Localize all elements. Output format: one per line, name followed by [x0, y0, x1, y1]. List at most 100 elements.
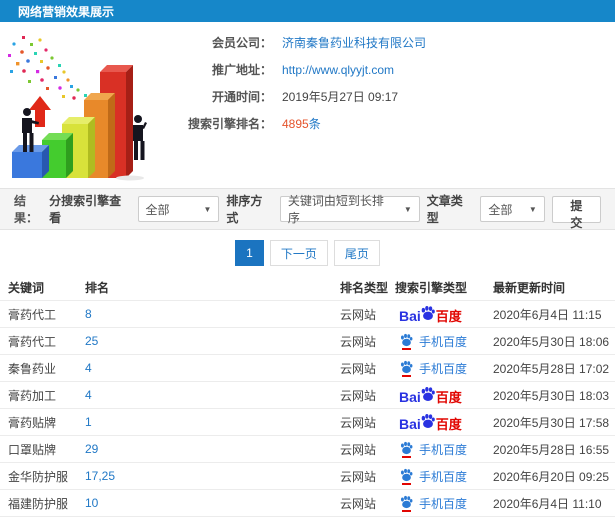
mobile-baidu-label: 手机百度 — [419, 496, 468, 511]
rank-cell[interactable]: 25 — [85, 334, 340, 348]
mobile-baidu-label: 手机百度 — [419, 361, 468, 376]
rank-count-unit: 条 — [308, 117, 321, 131]
confetti-decoration — [8, 36, 92, 102]
info-section: 会员公司： 济南秦鲁药业科技有限公司 推广地址： http://www.qlyy… — [0, 22, 615, 184]
keyword-cell: 金华防护服 — [8, 469, 69, 484]
baidu-text-suffix: 百度 — [435, 309, 462, 324]
title-bar: 网络营销效果展示 — [0, 0, 615, 22]
table-row: 口罩贴牌 29 云网站 Bai 百度 手机百度 2020年5月28日 16:55 — [0, 435, 615, 462]
engine-cell: Bai 百度 手机百度 — [395, 495, 493, 512]
filter-bar: 结果： 分搜索引擎查看 全部 ▼ 排序方式 关键词由短到长排序 ▼ 文章类型 全… — [0, 188, 615, 230]
article-type-value: 全部 — [488, 202, 513, 217]
keyword-cell: 秦鲁药业 — [8, 361, 57, 376]
chevron-down-icon: ▼ — [403, 204, 412, 214]
baidu-text-suffix: 百度 — [435, 417, 462, 432]
baidu-logo: Bai 百度 — [399, 413, 462, 431]
sort-filter-value: 关键词由短到长排序 — [287, 194, 384, 225]
mobile-baidu-label: 手机百度 — [419, 334, 468, 349]
rank-type-cell: 云网站 — [340, 334, 377, 349]
rank-type-cell: 云网站 — [340, 307, 377, 322]
engine-cell: Bai 百度 手机百度 — [395, 413, 493, 431]
baidu-text-prefix: Bai — [399, 416, 421, 432]
updated-cell: 2020年5月30日 18:06 — [493, 334, 610, 349]
keyword-cell: 膏药加工 — [8, 388, 57, 403]
engine-filter-select[interactable]: 全部 ▼ — [137, 196, 220, 222]
submit-button[interactable]: 提交 — [551, 195, 602, 230]
updated-cell: 2020年5月28日 16:55 — [493, 442, 610, 457]
rank-cell[interactable]: 4 — [85, 361, 340, 375]
last-page-button[interactable]: 尾页 — [333, 240, 380, 266]
rank-cell[interactable]: 4 — [85, 388, 340, 402]
baidu-paw-icon — [420, 413, 436, 429]
promo-url-link[interactable]: http://www.qlyyjt.com — [282, 63, 394, 77]
rank-type-cell: 云网站 — [340, 469, 377, 484]
rank-count-number: 4895 — [282, 117, 309, 131]
next-page-button[interactable]: 下一页 — [269, 240, 328, 266]
keyword-cell: 福建防护服 — [8, 496, 69, 511]
keyword-cell: 膏药代工 — [8, 307, 57, 322]
mobile-baidu-label: 手机百度 — [419, 442, 468, 457]
chevron-down-icon: ▼ — [203, 204, 212, 214]
engine-cell: Bai 百度 手机百度 — [395, 333, 493, 350]
rank-type-cell: 云网站 — [340, 388, 377, 403]
filter-controls: 分搜索引擎查看 全部 ▼ 排序方式 关键词由短到长排序 ▼ 文章类型 全部 ▼ … — [49, 192, 602, 230]
chevron-down-icon: ▼ — [528, 204, 537, 214]
baidu-paw-icon — [420, 386, 436, 402]
rank-type-cell: 云网站 — [340, 361, 377, 376]
engine-cell: Bai 百度 手机百度 — [395, 468, 493, 485]
engine-cell: Bai 百度 手机百度 — [395, 305, 493, 323]
baidu-text-prefix: Bai — [399, 389, 421, 405]
keyword-cell: 口罩贴牌 — [8, 442, 57, 457]
engine-cell: Bai 百度 手机百度 — [395, 360, 493, 377]
person-right — [133, 115, 147, 160]
page-title: 网络营销效果展示 — [18, 4, 115, 19]
rank-count-label: 搜索引擎排名： — [187, 117, 272, 131]
updated-cell: 2020年6月4日 11:10 — [493, 496, 602, 511]
table-row: Bai 百度 手机百度 — [0, 516, 615, 520]
table-row: 膏药加工 4 云网站 Bai 百度 手机百度 2020年5月30日 18:03 — [0, 381, 615, 408]
sort-filter-label: 排序方式 — [226, 194, 263, 225]
table-row: 福建防护服 10 云网站 Bai 百度 手机百度 2020年6月4日 11:10 — [0, 489, 615, 516]
rank-cell[interactable]: 29 — [85, 442, 340, 456]
keyword-cell: 膏药代工 — [8, 334, 57, 349]
table-row: 膏药贴牌 1 云网站 Bai 百度 手机百度 2020年5月30日 17:58 — [0, 408, 615, 435]
updated-cell: 2020年5月28日 17:02 — [493, 361, 610, 376]
results-table: 关键词 排名 排名类型 搜索引擎类型 最新更新时间 膏药代工 8 云网站 Bai… — [0, 275, 615, 520]
mobile-baidu-logo: 手机百度 — [399, 468, 467, 485]
rank-cell[interactable]: 8 — [85, 307, 340, 321]
mobile-baidu-paw-icon — [399, 495, 414, 512]
baidu-text-prefix: Bai — [399, 308, 421, 324]
promo-url-label: 推广地址： — [211, 63, 272, 77]
engine-cell: Bai 百度 手机百度 — [395, 441, 493, 458]
mobile-baidu-paw-icon — [399, 333, 414, 350]
mobile-baidu-paw-icon — [399, 360, 414, 377]
updated-cell: 2020年5月30日 18:03 — [493, 388, 610, 403]
rank-cell[interactable]: 10 — [85, 496, 340, 510]
baidu-paw-icon — [420, 305, 436, 321]
rank-cell[interactable]: 1 — [85, 415, 340, 429]
article-type-select[interactable]: 全部 ▼ — [480, 196, 545, 222]
mobile-baidu-logo: 手机百度 — [399, 495, 467, 512]
header-updated: 最新更新时间 — [493, 281, 566, 295]
mobile-baidu-logo: 手机百度 — [399, 333, 467, 350]
article-type-label: 文章类型 — [426, 194, 463, 225]
open-time-label: 开通时间： — [211, 90, 272, 104]
engine-cell: Bai 百度 手机百度 — [395, 386, 493, 404]
engine-filter-label: 分搜索引擎查看 — [49, 194, 122, 225]
sort-filter-select[interactable]: 关键词由短到长排序 ▼ — [279, 194, 420, 225]
mobile-baidu-logo: 手机百度 — [399, 360, 467, 377]
baidu-text-suffix: 百度 — [435, 390, 462, 405]
company-link[interactable]: 济南秦鲁药业科技有限公司 — [282, 34, 426, 51]
mobile-baidu-label: 手机百度 — [419, 469, 468, 484]
pagination: 1 下一页 尾页 — [0, 240, 615, 266]
page-button-current[interactable]: 1 — [235, 240, 264, 266]
header-keyword: 关键词 — [8, 281, 45, 295]
company-info: 会员公司： 济南秦鲁药业科技有限公司 推广地址： http://www.qlyy… — [180, 22, 426, 184]
table-row: 金华防护服 17,25 云网站 Bai 百度 手机百度 2020年6月20日 0… — [0, 462, 615, 489]
growth-chart-illustration — [0, 30, 180, 182]
updated-cell: 2020年6月4日 11:15 — [493, 307, 602, 322]
baidu-logo: Bai 百度 — [399, 305, 462, 323]
baidu-logo: Bai 百度 — [399, 386, 462, 404]
header-rank-type: 排名类型 — [340, 281, 389, 295]
rank-cell[interactable]: 17,25 — [85, 469, 340, 483]
